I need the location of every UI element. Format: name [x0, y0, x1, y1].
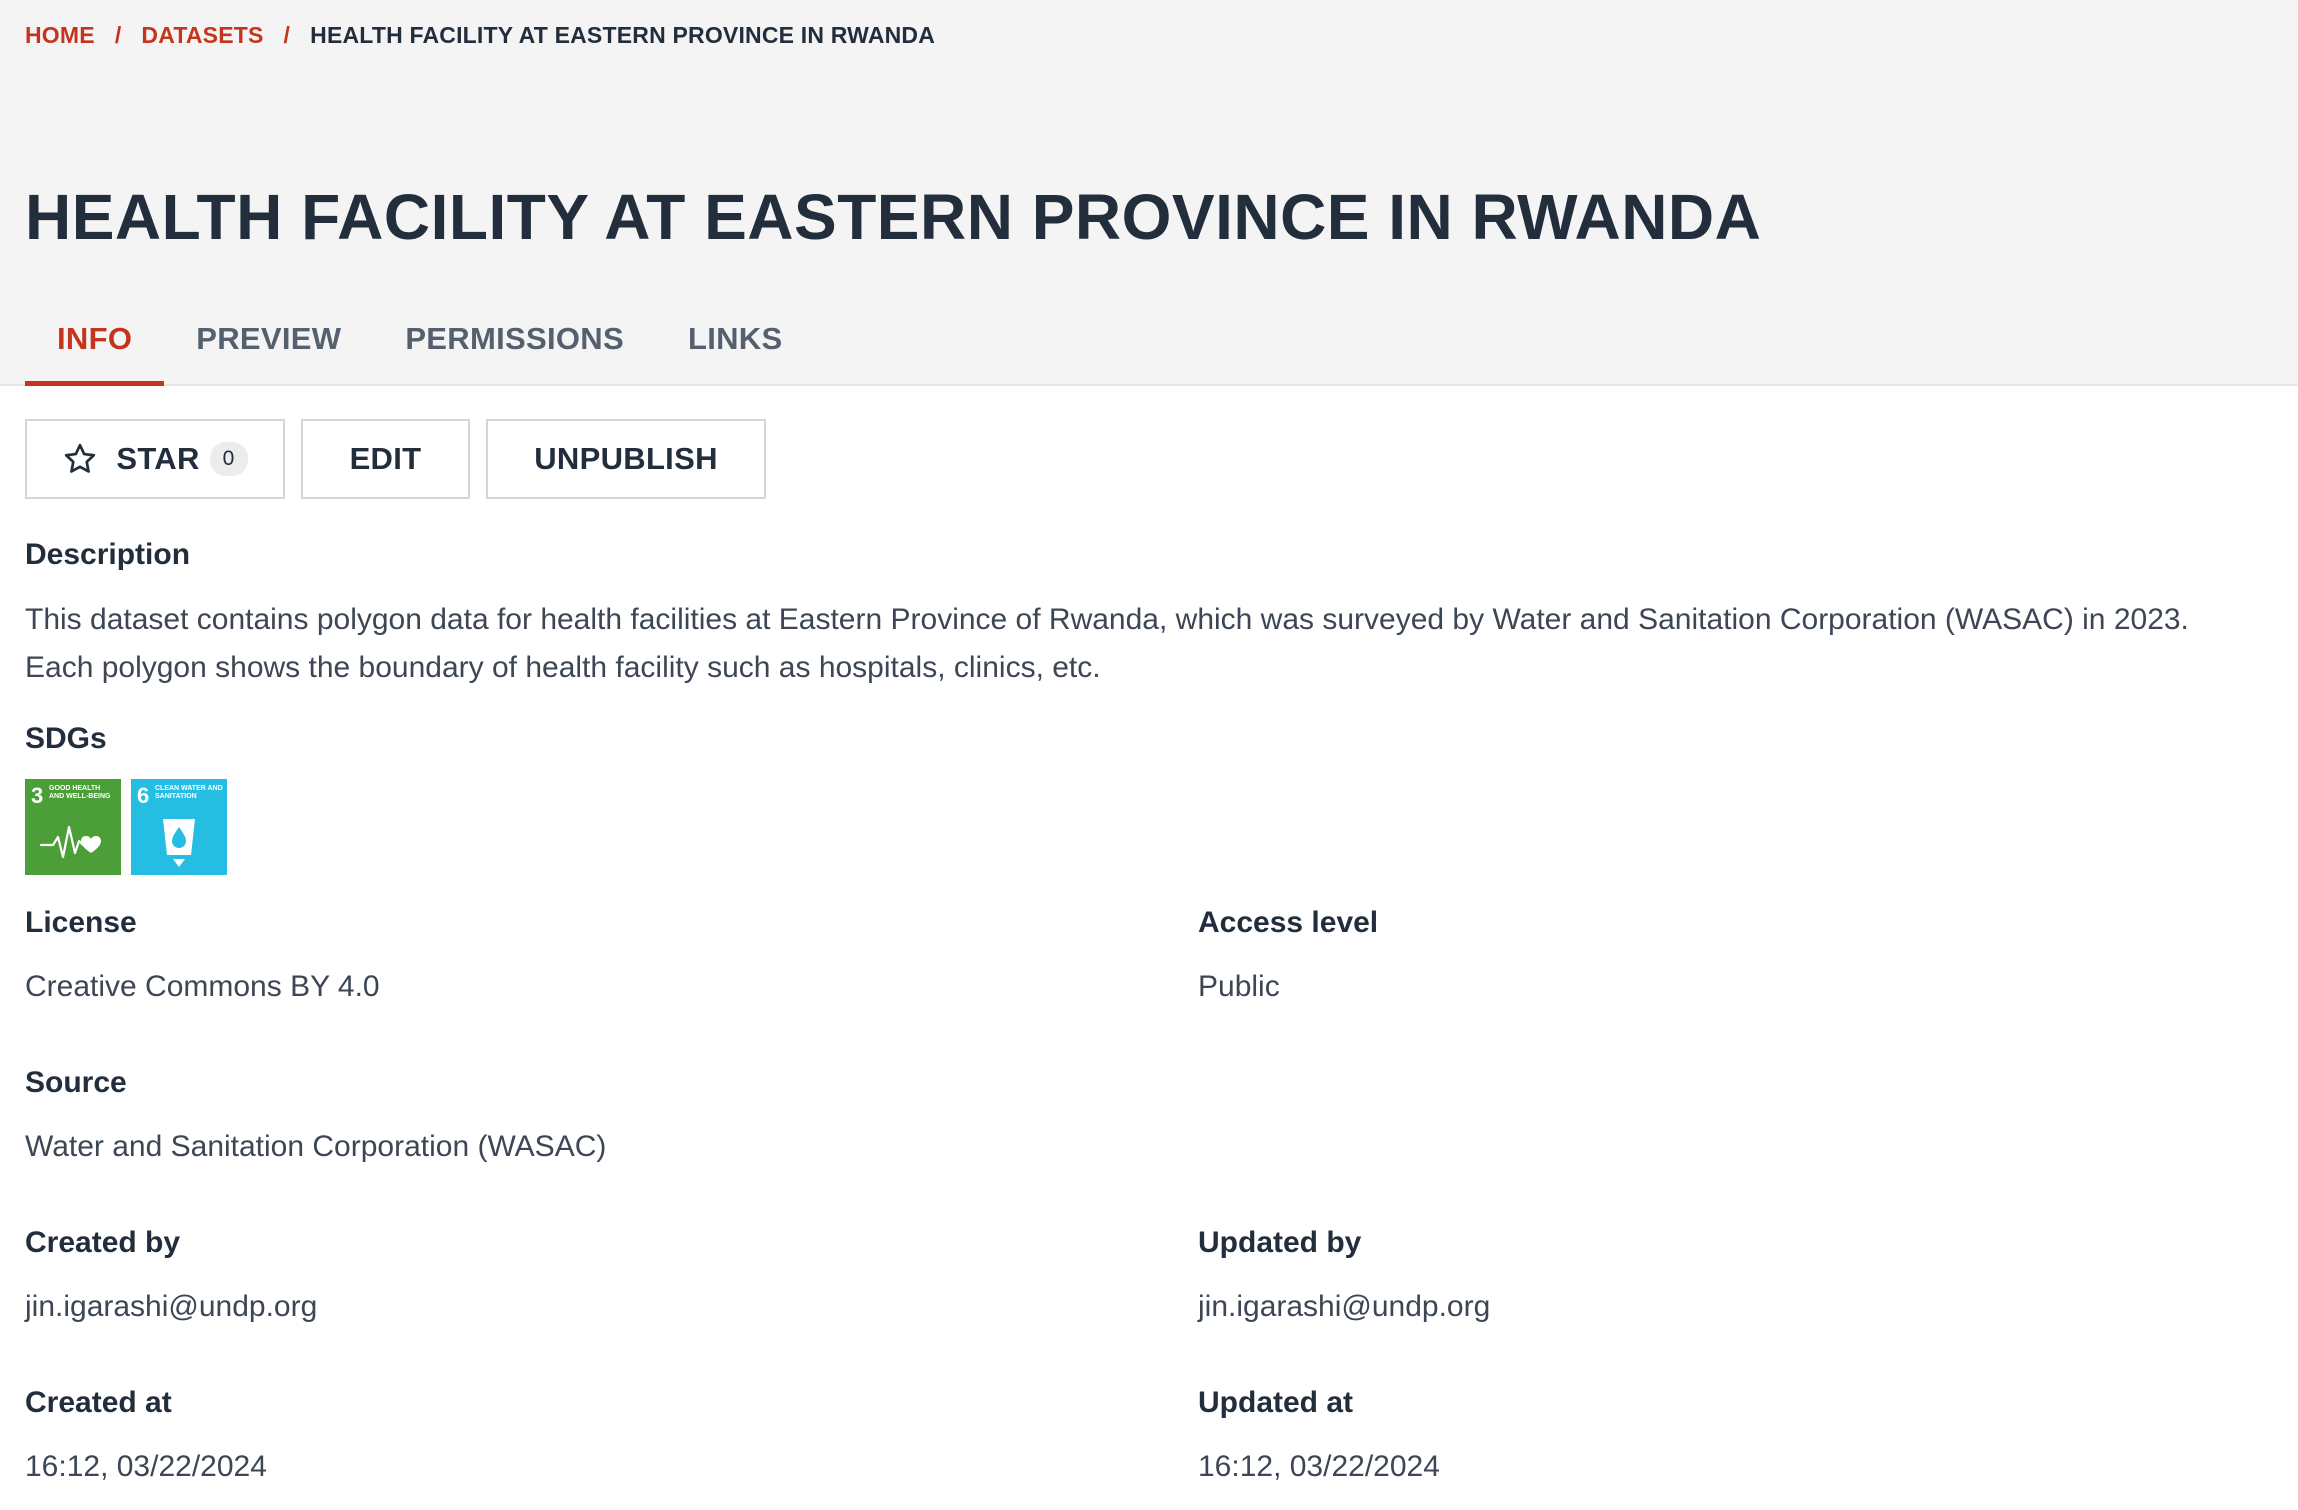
sdg-list: 3 GOOD HEALTH AND WELL-BEING 6 CLEAN WAT…: [25, 779, 227, 875]
sdg-number: 6: [137, 783, 150, 808]
description-line: Each polygon shows the boundary of healt…: [25, 651, 1101, 684]
access-level-value: Public: [1198, 970, 1280, 1003]
updated-by-label: Updated by: [1198, 1226, 1362, 1259]
action-bar: STAR 0 EDIT UNPUBLISH: [25, 419, 766, 499]
water-glass-icon: [145, 813, 213, 871]
tab-links[interactable]: LINKS: [656, 296, 815, 386]
source-label: Source: [25, 1066, 127, 1099]
created-at-label: Created at: [25, 1386, 172, 1419]
heartbeat-icon: [39, 813, 107, 871]
sdg-title: GOOD HEALTH AND WELL-BEING: [49, 785, 111, 800]
star-button-label: STAR: [116, 441, 200, 476]
created-by-value: jin.igarashi@undp.org: [25, 1290, 318, 1323]
sdgs-label: SDGs: [25, 722, 107, 755]
created-by-label: Created by: [25, 1226, 181, 1259]
breadcrumb-home-link[interactable]: HOME: [25, 22, 95, 49]
tab-bar: INFO PREVIEW PERMISSIONS LINKS: [25, 296, 814, 386]
breadcrumb-separator: /: [283, 22, 291, 48]
star-icon: [62, 441, 98, 477]
tab-permissions[interactable]: PERMISSIONS: [373, 296, 656, 386]
tab-info[interactable]: INFO: [25, 296, 165, 386]
source-value: Water and Sanitation Corporation (WASAC): [25, 1130, 607, 1163]
license-value: Creative Commons BY 4.0: [25, 970, 380, 1003]
unpublish-button[interactable]: UNPUBLISH: [486, 419, 766, 499]
page-title: HEALTH FACILITY AT EASTERN PROVINCE IN R…: [25, 181, 1762, 253]
license-label: License: [25, 906, 137, 939]
breadcrumb-current: HEALTH FACILITY AT EASTERN PROVINCE IN R…: [310, 22, 936, 48]
edit-button[interactable]: EDIT: [301, 419, 470, 499]
updated-at-label: Updated at: [1198, 1386, 1354, 1419]
breadcrumb-datasets-link[interactable]: DATASETS: [141, 22, 263, 49]
access-level-label: Access level: [1198, 906, 1379, 939]
breadcrumb-separator: /: [114, 22, 122, 48]
sdg-3-tile[interactable]: 3 GOOD HEALTH AND WELL-BEING: [25, 779, 121, 875]
sdg-6-tile[interactable]: 6 CLEAN WATER AND SANITATION: [131, 779, 227, 875]
sdg-title: CLEAN WATER AND SANITATION: [155, 785, 223, 800]
created-at-value: 16:12, 03/22/2024: [25, 1450, 267, 1483]
description-label: Description: [25, 538, 191, 571]
description-line: This dataset contains polygon data for h…: [25, 603, 2189, 636]
updated-at-value: 16:12, 03/22/2024: [1198, 1450, 1440, 1483]
updated-by-value: jin.igarashi@undp.org: [1198, 1290, 1491, 1323]
star-count-badge: 0: [209, 442, 248, 476]
description-text: This dataset contains polygon data for h…: [25, 596, 2285, 692]
star-button[interactable]: STAR 0: [25, 419, 285, 499]
sdg-number: 3: [31, 783, 44, 808]
tab-preview[interactable]: PREVIEW: [164, 296, 373, 386]
page-header: HOME / DATASETS / HEALTH FACILITY AT EAS…: [0, 0, 2298, 386]
breadcrumb: HOME / DATASETS / HEALTH FACILITY AT EAS…: [25, 22, 935, 49]
